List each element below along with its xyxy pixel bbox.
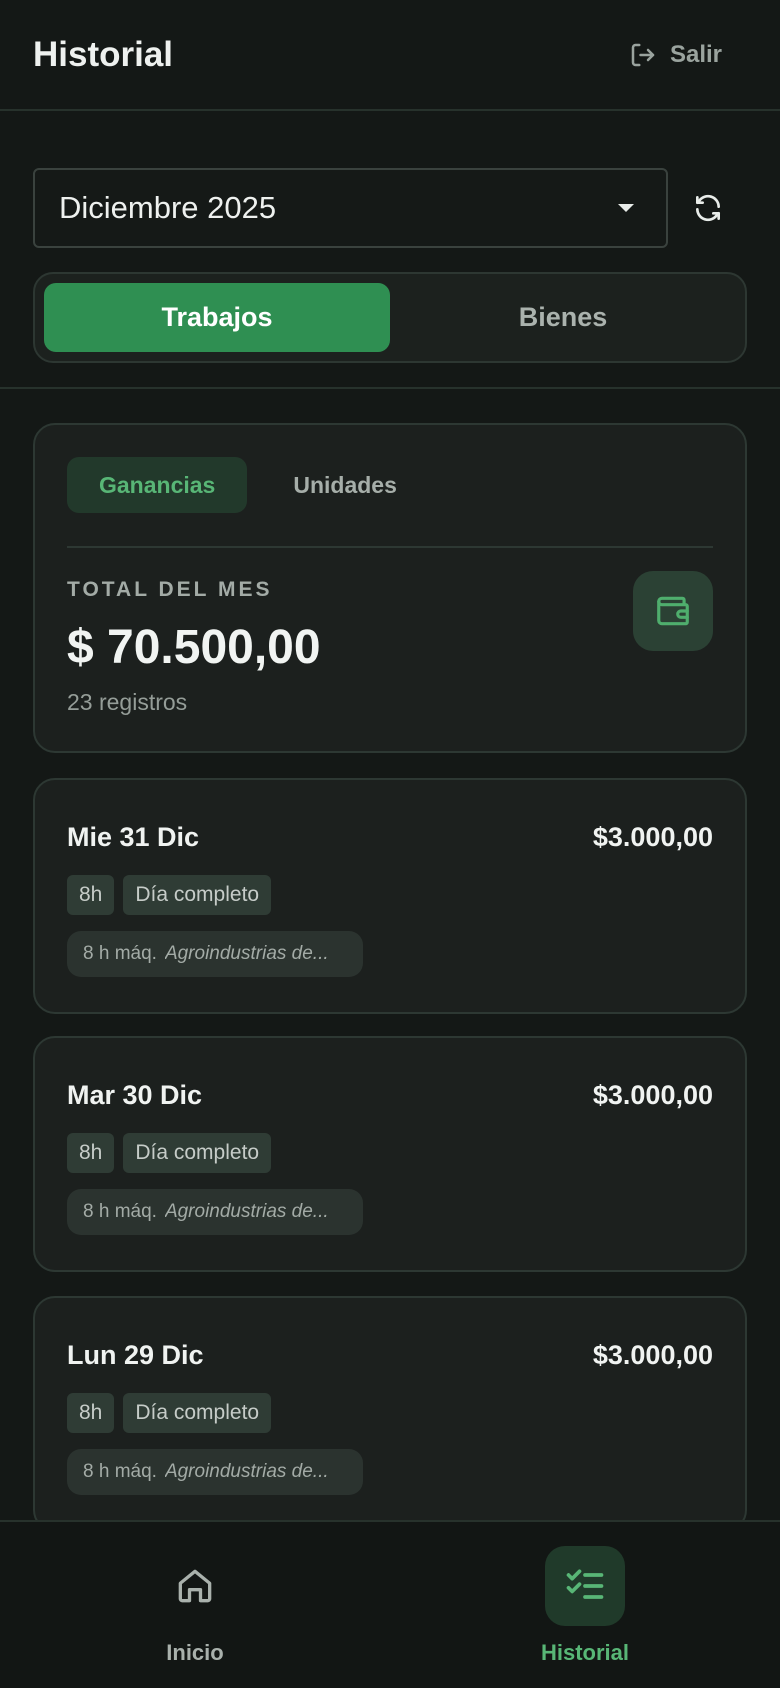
machine-name: Agroindustrias de...	[164, 1201, 329, 1222]
entry-date: Mie 31 Dic	[67, 822, 200, 852]
machine-chip: 8 h máq. Agroindustrias de...	[67, 1449, 363, 1495]
tab-ganancias[interactable]: Ganancias	[67, 457, 248, 513]
refresh-button[interactable]	[668, 168, 747, 248]
entry-date: Mar 30 Dic	[67, 1080, 203, 1110]
day-type-chip: Día completo	[123, 1393, 272, 1433]
logout-label: Salir	[669, 40, 722, 68]
machine-hours: 8 h máq.	[83, 1461, 157, 1482]
machine-name: Agroindustrias de...	[164, 1461, 329, 1482]
machine-hours: 8 h máq.	[83, 1201, 157, 1222]
refresh-icon	[695, 194, 720, 222]
entry-card[interactable]: Mie 31 Dic $3.000,00 8h Día completo 8 h…	[33, 778, 747, 1014]
wallet-badge	[633, 571, 713, 651]
month-value: Diciembre 2025	[59, 190, 277, 225]
machine-chip: 8 h máq. Agroindustrias de...	[67, 931, 363, 977]
logout-button[interactable]: Salir	[628, 40, 748, 70]
wallet-icon	[657, 596, 689, 626]
entry-amount: $3.000,00	[592, 1340, 713, 1370]
summary-card: Ganancias Unidades TOTAL DEL MES $ 70.50…	[33, 423, 747, 753]
nav-item-inicio[interactable]: Inicio	[0, 1522, 390, 1688]
bottom-nav: Inicio Historial	[0, 1520, 780, 1688]
nav-icon-wrap	[545, 1546, 625, 1626]
page-title: Historial	[33, 34, 174, 74]
caret-down-icon	[618, 204, 634, 212]
day-type-chip: Día completo	[123, 1133, 272, 1173]
hours-chip: 8h	[67, 875, 115, 915]
app-root: Historial Salir Diciembre 2025 Trabajos	[0, 0, 780, 1688]
hours-chip: 8h	[67, 1133, 115, 1173]
tab-unidades[interactable]: Unidades	[261, 457, 429, 513]
nav-icon-wrap	[155, 1546, 235, 1626]
divider	[0, 387, 780, 389]
entry-amount: $3.000,00	[592, 822, 713, 852]
month-row: Diciembre 2025	[33, 168, 747, 248]
machine-hours: 8 h máq.	[83, 943, 157, 964]
machine-chip: 8 h máq. Agroindustrias de...	[67, 1189, 363, 1235]
hours-chip: 8h	[67, 1393, 115, 1433]
summary-tabs: Ganancias Unidades	[67, 457, 713, 513]
nav-label-inicio: Inicio	[166, 1640, 224, 1665]
nav-label-historial: Historial	[540, 1640, 630, 1665]
tab-trabajos[interactable]: Trabajos	[44, 283, 390, 352]
total-amount: $ 70.500,00	[67, 621, 321, 674]
logout-icon	[631, 43, 655, 66]
tab-bienes[interactable]: Bienes	[390, 283, 736, 352]
entry-amount: $3.000,00	[592, 1080, 713, 1110]
record-count: 23 registros	[67, 689, 188, 715]
machine-name: Agroindustrias de...	[164, 943, 329, 964]
home-icon	[178, 1569, 212, 1603]
checklist-icon	[566, 1569, 604, 1599]
total-label: TOTAL DEL MES	[67, 578, 273, 601]
entry-date: Lun 29 Dic	[67, 1340, 204, 1370]
nav-item-historial[interactable]: Historial	[390, 1522, 780, 1688]
entry-card[interactable]: Lun 29 Dic $3.000,00 8h Día completo 8 h…	[33, 1296, 747, 1532]
month-select[interactable]: Diciembre 2025	[33, 168, 668, 248]
summary-divider	[67, 546, 713, 548]
day-type-chip: Día completo	[123, 875, 272, 915]
category-segmented-control: Trabajos Bienes	[33, 272, 747, 363]
entry-card[interactable]: Mar 30 Dic $3.000,00 8h Día completo 8 h…	[33, 1036, 747, 1272]
top-bar: Historial Salir	[0, 0, 780, 111]
